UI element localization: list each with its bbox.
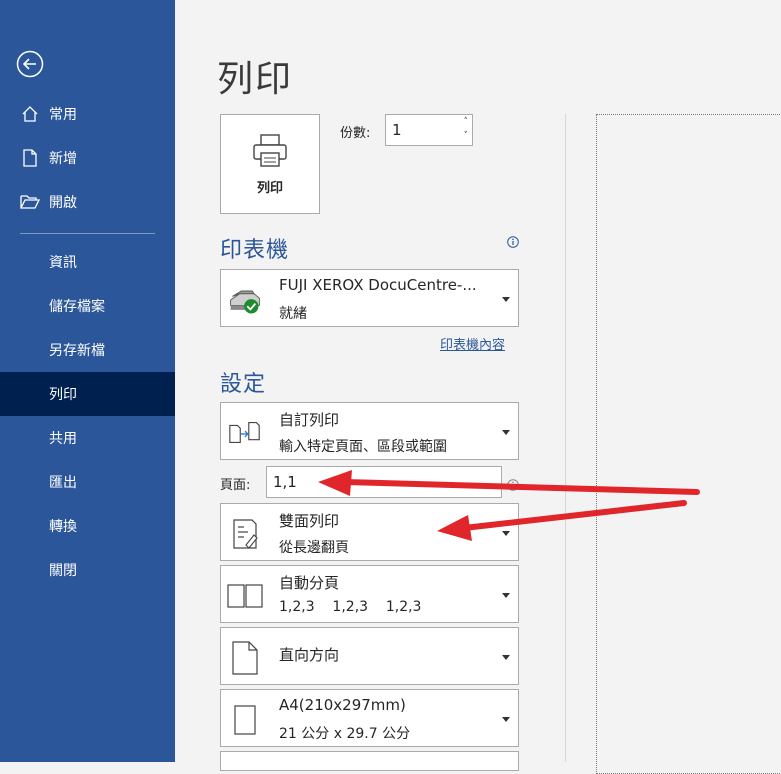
collate-desc: 1,2,3 1,2,3 1,2,3 (279, 599, 422, 615)
copies-value: 1 (392, 121, 402, 139)
paper-size-desc: 21 公分 x 29.7 公分 (279, 726, 411, 742)
printer-name: FUJI XEROX DocuCentre-... (279, 276, 477, 294)
sidebar-item-home[interactable]: 常用 (0, 92, 175, 136)
pane-divider (565, 114, 566, 762)
new-document-icon (20, 148, 40, 168)
printer-section-heading: 印表機 (220, 238, 290, 263)
chevron-down-icon (502, 531, 510, 536)
sidebar-item-share[interactable]: 共用 (0, 416, 175, 460)
sidebar-divider (20, 233, 155, 234)
printer-properties-link[interactable]: 印表機內容 (440, 334, 505, 353)
print-range-desc: 輸入特定頁面、區段或範圍 (279, 439, 447, 455)
print-preview (596, 114, 781, 774)
home-icon (20, 104, 40, 124)
paper-size-icon (227, 702, 263, 738)
printer-dropdown[interactable]: FUJI XEROX DocuCentre-... 就緒 (220, 269, 519, 327)
duplex-title: 雙面列印 (279, 512, 340, 530)
paper-size-title: A4(210x297mm) (279, 696, 406, 714)
back-arrow-icon[interactable] (16, 50, 44, 78)
duplex-print-icon (227, 516, 263, 552)
sidebar-item-export[interactable]: 匯出 (0, 460, 175, 504)
sidebar-item-label: 另存新檔 (49, 343, 105, 359)
sidebar-item-info[interactable]: 資訊 (0, 240, 175, 284)
chevron-down-icon (502, 717, 510, 722)
margins-dropdown[interactable] (220, 751, 519, 771)
settings-section-heading: 設定 (220, 372, 267, 397)
print-pane: 列印 列印 份數: 1 ˄ ˅ 印表機 FUJI XEROX DocuCentr… (175, 0, 781, 774)
orientation-title: 直向方向 (279, 646, 340, 664)
sidebar-item-label: 匯出 (49, 475, 77, 491)
sidebar-item-transform[interactable]: 轉換 (0, 504, 175, 548)
sidebar-item-label: 開啟 (49, 195, 77, 211)
sidebar-item-open[interactable]: 開啟 (0, 180, 175, 224)
duplex-desc: 從長邊翻頁 (279, 540, 349, 556)
duplex-dropdown[interactable]: 雙面列印 從長邊翻頁 (220, 503, 519, 561)
info-icon[interactable] (507, 233, 519, 248)
orientation-dropdown[interactable]: 直向方向 (220, 627, 519, 685)
print-button[interactable]: 列印 (220, 114, 320, 214)
pages-value: 1,1 (273, 473, 297, 491)
print-button-label: 列印 (256, 180, 283, 196)
sidebar-item-label: 關閉 (49, 563, 77, 579)
page-title: 列印 (217, 59, 294, 100)
sidebar-item-print[interactable]: 列印 (0, 372, 175, 416)
paper-size-dropdown[interactable]: A4(210x297mm) 21 公分 x 29.7 公分 (220, 689, 519, 747)
copies-stepper[interactable]: 1 ˄ ˅ (385, 114, 473, 146)
pages-label: 頁面: (220, 478, 251, 493)
sidebar-item-label: 常用 (49, 107, 77, 123)
sidebar-item-label: 資訊 (49, 255, 77, 271)
chevron-down-icon (502, 297, 510, 302)
custom-print-pages-icon (227, 415, 263, 451)
portrait-page-icon (227, 640, 263, 676)
pages-input[interactable]: 1,1 (266, 466, 502, 498)
collate-icon (227, 578, 263, 614)
chevron-up-icon[interactable]: ˄ (464, 117, 469, 127)
sidebar-item-label: 新增 (49, 151, 77, 167)
copies-label: 份數: (340, 126, 371, 141)
chevron-down-icon (502, 655, 510, 660)
printer-ready-icon (227, 282, 263, 318)
print-range-dropdown[interactable]: 自訂列印 輸入特定頁面、區段或範圍 (220, 402, 519, 460)
sidebar-item-label: 儲存檔案 (49, 299, 105, 315)
chevron-down-icon (502, 593, 510, 598)
sidebar-item-save-as[interactable]: 另存新檔 (0, 328, 175, 372)
sidebar-item-label: 轉換 (49, 519, 77, 535)
collate-title: 自動分頁 (279, 574, 340, 592)
chevron-down-icon (502, 430, 510, 435)
sidebar-item-label: 列印 (49, 387, 77, 403)
backstage-sidebar: 常用 新增 開啟 資訊 儲存檔案 另存新檔 列印 共用 匯出 轉換 關閉 (0, 0, 175, 762)
sidebar-item-label: 共用 (49, 431, 77, 447)
sidebar-item-new[interactable]: 新增 (0, 136, 175, 180)
folder-open-icon (20, 192, 40, 212)
sidebar-item-save[interactable]: 儲存檔案 (0, 284, 175, 328)
collate-dropdown[interactable]: 自動分頁 1,2,3 1,2,3 1,2,3 (220, 565, 519, 623)
print-range-title: 自訂列印 (279, 411, 340, 429)
info-icon[interactable] (507, 476, 519, 491)
printer-icon (251, 133, 289, 173)
chevron-down-icon[interactable]: ˅ (464, 131, 469, 141)
sidebar-item-close[interactable]: 關閉 (0, 548, 175, 592)
printer-status: 就緒 (279, 306, 307, 322)
